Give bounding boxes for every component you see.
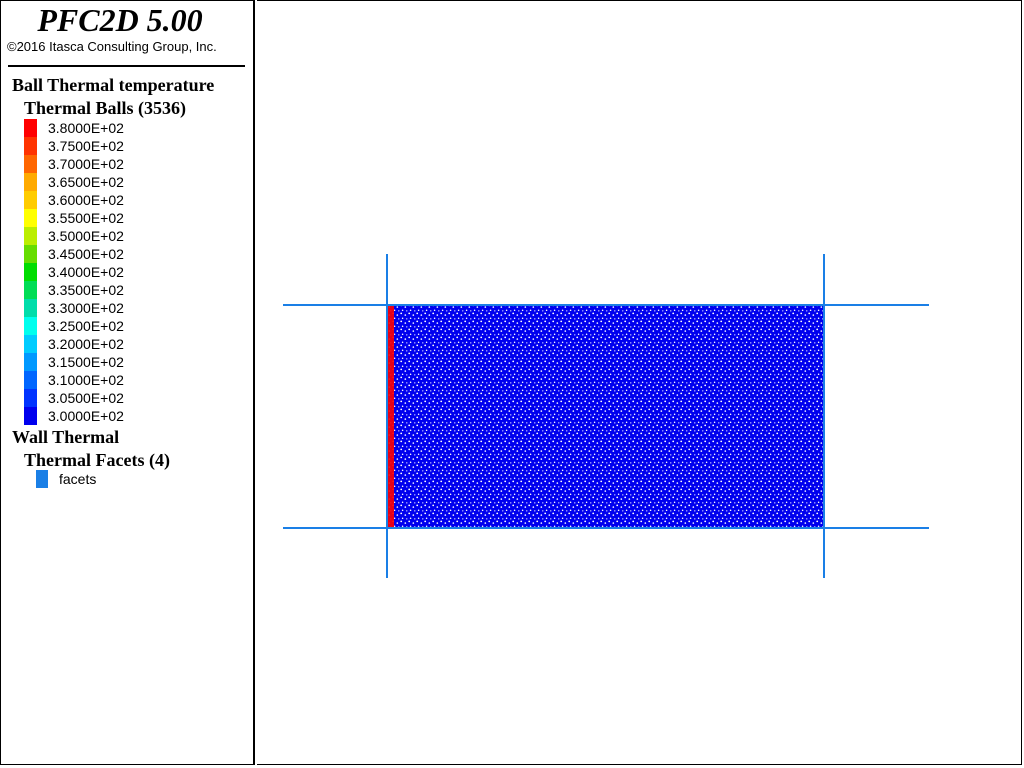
- model-plot: [283, 254, 929, 578]
- hot-boundary-balls: [387, 305, 394, 528]
- ball-assembly: [387, 305, 823, 528]
